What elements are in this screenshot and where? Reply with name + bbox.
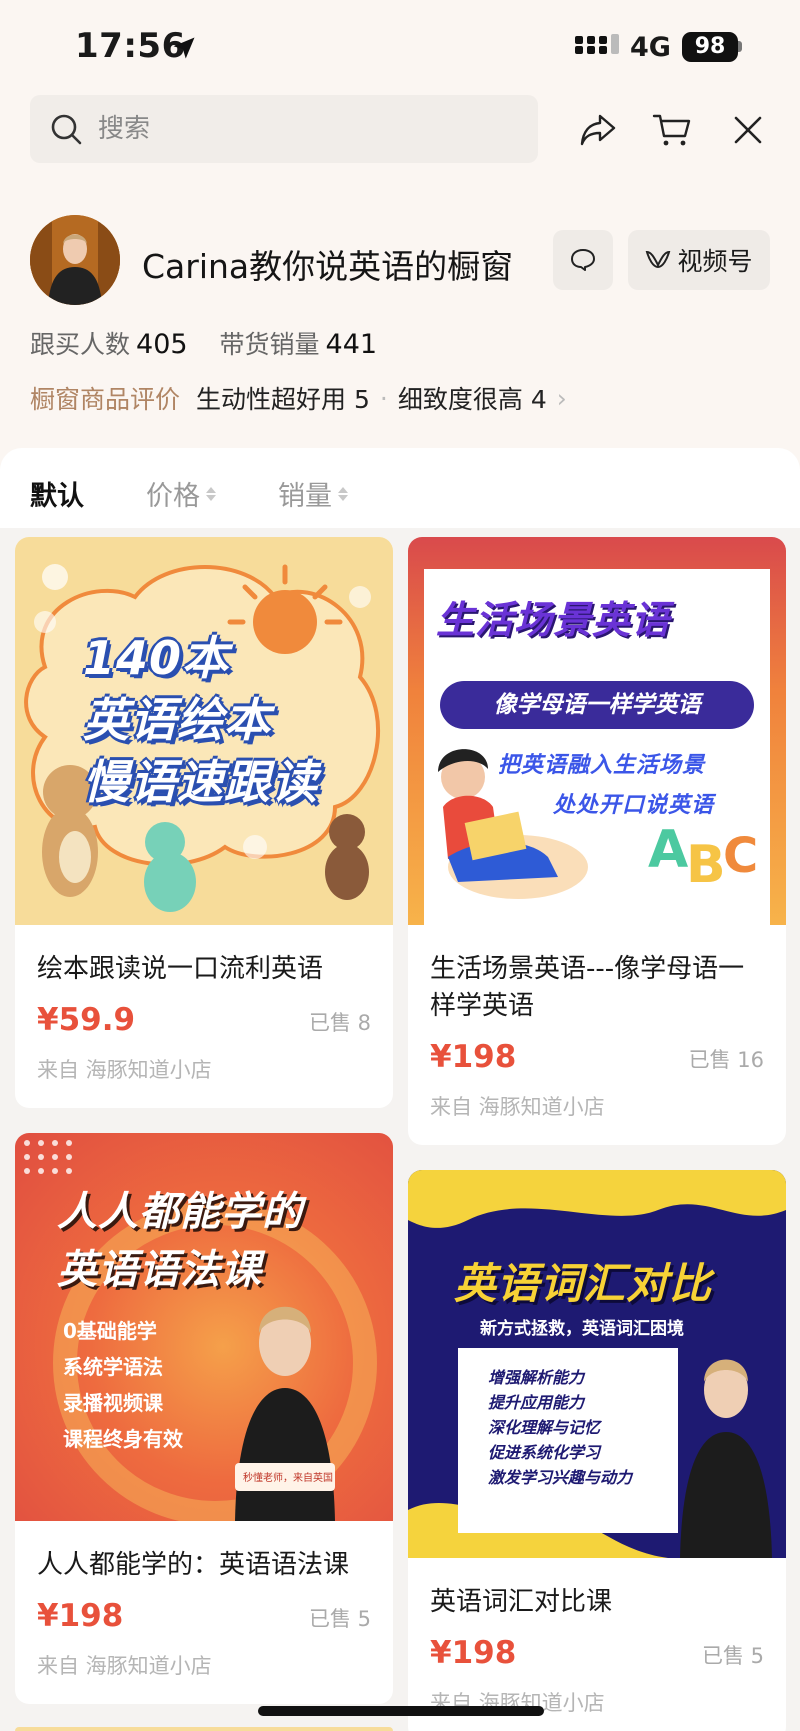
thumbnail-caption: 英语词汇对比 [454, 1259, 713, 1308]
followers-value: 405 [136, 329, 188, 360]
product-sold-count: 已售 5 [701, 1644, 764, 1668]
chat-bubble-icon [571, 249, 595, 271]
search-icon [51, 114, 82, 145]
sales-value: 441 [325, 329, 378, 360]
product-sold-count: 已售 16 [688, 1048, 764, 1072]
product-title: 英语词汇对比课 [430, 1587, 613, 1617]
review-tag: 细致度很高 4 [397, 385, 547, 414]
product-card[interactable]: 人人都能学的 英语语法课 0基础能学 系统学语法 录播视频课 课程终身有效 秒懂… [15, 1133, 393, 1704]
svg-text:B: B [686, 835, 726, 895]
shop-name: Carina教你说英语的橱窗 [142, 247, 514, 286]
product-price: ¥198 [37, 1598, 124, 1634]
product-card[interactable]: 生活场景英语 像学母语一样学英语 把英语融入生活场景 处处开口说英语 A B C… [408, 537, 786, 1145]
share-icon [580, 114, 616, 146]
close-icon [734, 116, 762, 144]
chevron-right-icon: › [556, 383, 567, 413]
home-indicator[interactable] [258, 1706, 544, 1716]
sales-label: 带货销量 [219, 330, 320, 359]
product-thumbnail: 人人都能学的 英语语法课 0基础能学 系统学语法 录播视频课 课程终身有效 秒懂… [15, 1133, 393, 1521]
product-card[interactable]: 140本 英语绘本 慢语速跟读 绘本跟读说一口流利英语 ¥59.9 已售 8 来… [15, 537, 393, 1108]
product-thumbnail: 生活场景英语 像学母语一样学英语 把英语融入生活场景 处处开口说英语 A B C [408, 537, 786, 925]
search-box[interactable] [30, 95, 538, 163]
message-button[interactable] [553, 230, 613, 290]
sort-arrows-icon [206, 486, 216, 501]
thumbnail-feature-list: 0基础能学 系统学语法 录播视频课 课程终身有效 [63, 1319, 183, 1451]
thumbnail-teacher-tag: 秒懂老师，来自英国 [243, 1473, 333, 1484]
product-price: ¥198 [430, 1635, 517, 1671]
product-price: ¥198 [430, 1039, 517, 1075]
tab-default[interactable]: 默认 [30, 474, 84, 513]
review-tag: 生动性超好用 5 [196, 385, 370, 414]
cart-button[interactable] [650, 108, 694, 152]
svg-text:A: A [648, 820, 688, 880]
product-thumbnail: 140本 英语绘本 慢语速跟读 [15, 537, 393, 925]
product-title: 人人都能学的：英语语法课 [37, 1550, 350, 1580]
thumbnail-caption: 人人都能学的 英语语法课 [57, 1189, 303, 1293]
avatar-portrait [30, 215, 120, 305]
location-arrow-icon [173, 37, 195, 59]
product-thumbnail: 英语词汇对比 新方式拯救，英语词汇困境 增强解析能力 提升应用能力 深化理解与记… [408, 1170, 786, 1558]
separator-dot: · [379, 383, 388, 413]
shop-reviews-row[interactable]: 橱窗商品评价 生动性超好用 5 · 细致度很高 4 › [30, 380, 567, 416]
product-sold-count: 已售 8 [308, 1011, 371, 1035]
signal-icon [575, 34, 619, 54]
search-input[interactable] [98, 95, 518, 163]
product-title: 绘本跟读说一口流利英语 [37, 954, 324, 984]
product-shop-source: 来自 海豚知道小店 [37, 1058, 212, 1082]
product-sold-count: 已售 5 [308, 1607, 371, 1631]
tab-sales[interactable]: 销量 [278, 474, 348, 513]
thumbnail-subtitle: 新方式拯救，英语词汇困境 [480, 1319, 684, 1339]
share-button[interactable] [576, 108, 620, 152]
product-card[interactable]: 英语词汇对比 新方式拯救，英语词汇困境 增强解析能力 提升应用能力 深化理解与记… [408, 1170, 786, 1731]
sort-arrows-icon [338, 486, 348, 501]
followers-label: 跟买人数 [30, 330, 131, 359]
product-shop-source: 来自 海豚知道小店 [37, 1654, 212, 1678]
shop-stats: 跟买人数 405 带货销量 441 [30, 325, 401, 361]
network-label: 4G [630, 32, 671, 63]
reviews-title: 橱窗商品评价 [30, 385, 181, 414]
thumbnail-feature-list: 增强解析能力 提升应用能力 深化理解与记忆 促进系统化学习 激发学习兴趣与动力 [488, 1368, 633, 1487]
product-price: ¥59.9 [37, 1002, 136, 1038]
product-shop-source: 来自 海豚知道小店 [430, 1691, 605, 1715]
sort-bar [0, 448, 800, 528]
svg-text:C: C [723, 828, 758, 884]
tab-price[interactable]: 价格 [146, 474, 216, 513]
close-button[interactable] [726, 108, 770, 152]
avatar[interactable] [30, 215, 120, 305]
status-bar: 17:56 4G 98 [0, 0, 800, 96]
video-channel-button[interactable]: 视频号 [628, 230, 770, 290]
battery-indicator: 98 [682, 32, 738, 62]
product-title: 生活场景英语---像学母语一样学英语 [430, 954, 745, 1021]
video-channel-label: 视频号 [677, 247, 753, 276]
cart-icon [652, 114, 691, 146]
product-shop-source: 来自 海豚知道小店 [430, 1095, 605, 1119]
battery-tip [738, 41, 742, 52]
next-card-peek [15, 1727, 393, 1731]
video-channel-icon [646, 250, 671, 269]
thumbnail-caption: 140本 英语绘本 慢语速跟读 [83, 631, 318, 809]
